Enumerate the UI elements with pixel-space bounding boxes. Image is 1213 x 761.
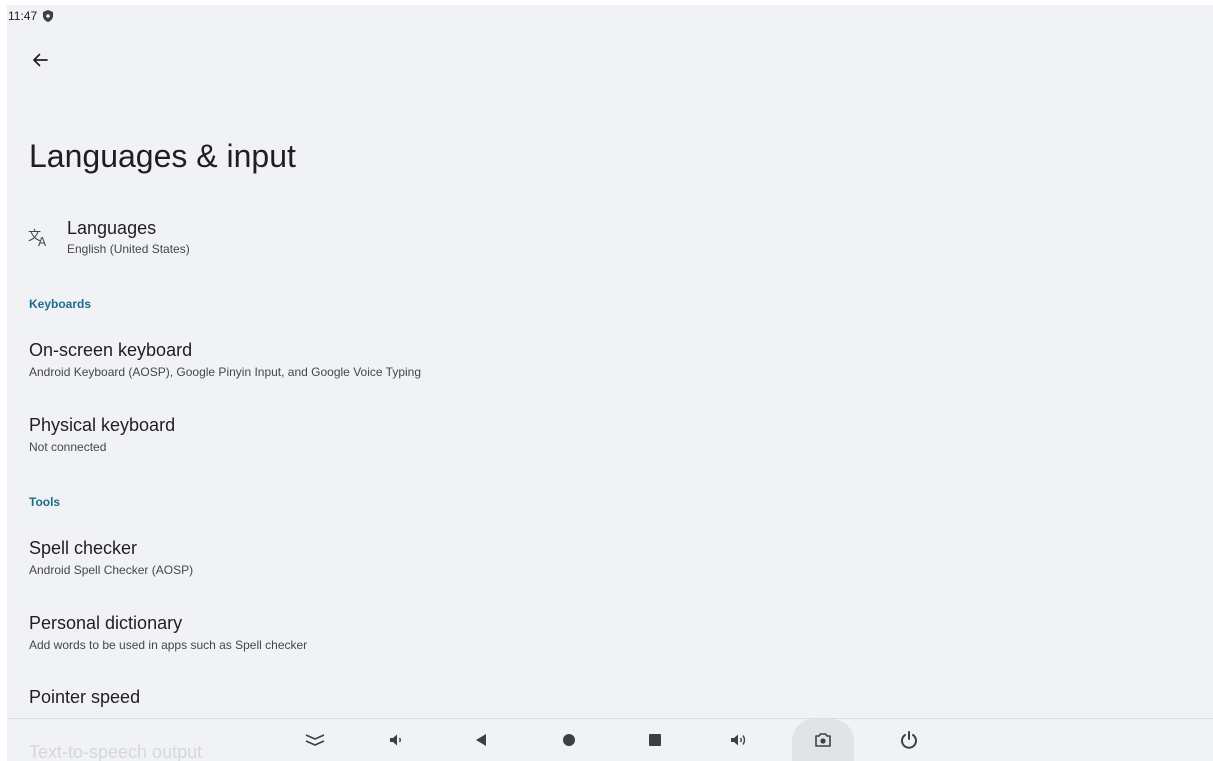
- volume-down-icon: [389, 733, 405, 747]
- text-to-speech-title[interactable]: Text-to-speech output: [29, 741, 202, 761]
- svg-text:A: A: [38, 235, 47, 249]
- back-nav-button[interactable]: [459, 719, 503, 761]
- personal-dictionary-title: Personal dictionary: [29, 613, 183, 633]
- on-screen-keyboard-preference[interactable]: On-screen keyboard Android Keyboard (AOS…: [7, 335, 1213, 385]
- back-triangle-icon: [475, 733, 487, 747]
- status-bar: 11:47: [7, 5, 54, 27]
- personal-dictionary-summary: Add words to be used in apps such as Spe…: [29, 638, 308, 652]
- pointer-speed-title: Pointer speed: [29, 687, 141, 707]
- back-button[interactable]: [27, 47, 53, 73]
- recents-square-icon: [648, 733, 662, 747]
- physical-keyboard-title: Physical keyboard: [29, 415, 176, 435]
- spell-checker-preference[interactable]: Spell checker Android Spell Checker (AOS…: [7, 533, 1213, 583]
- page-title: Languages & input: [29, 138, 296, 174]
- on-screen-keyboard-summary: Android Keyboard (AOSP), Google Pinyin I…: [29, 365, 422, 379]
- recents-button[interactable]: [633, 719, 677, 761]
- collapse-icon: [304, 733, 326, 747]
- physical-keyboard-preference[interactable]: Physical keyboard Not connected: [7, 410, 1213, 460]
- spell-checker-summary: Android Spell Checker (AOSP): [29, 563, 194, 577]
- screenshot-camera-icon: [814, 732, 832, 748]
- power-icon: [899, 730, 919, 750]
- collapse-button[interactable]: [293, 719, 337, 761]
- translate-icon: 文 A: [27, 225, 51, 249]
- languages-preference[interactable]: 文 A Languages English (United States): [7, 210, 1213, 270]
- category-keyboards: Keyboards: [29, 297, 92, 311]
- spell-checker-title: Spell checker: [29, 538, 138, 558]
- settings-screen: 11:47 Languages & input 文 A Languages En…: [7, 5, 1213, 761]
- volume-up-button[interactable]: [717, 719, 761, 761]
- on-screen-keyboard-title: On-screen keyboard: [29, 340, 193, 360]
- languages-summary: English (United States): [67, 242, 190, 256]
- home-button[interactable]: [547, 719, 591, 761]
- physical-keyboard-summary: Not connected: [29, 440, 107, 454]
- volume-down-button[interactable]: [375, 719, 419, 761]
- screenshot-button[interactable]: [792, 719, 854, 761]
- languages-title: Languages: [67, 218, 157, 238]
- home-circle-icon: [562, 733, 576, 747]
- personal-dictionary-preference[interactable]: Personal dictionary Add words to be used…: [7, 608, 1213, 658]
- status-time: 11:47: [8, 9, 38, 23]
- arrow-back-icon: [32, 52, 48, 68]
- power-button[interactable]: [887, 719, 931, 761]
- category-tools: Tools: [29, 495, 61, 509]
- shield-icon: [43, 10, 54, 22]
- volume-up-icon: [730, 733, 748, 747]
- pointer-speed-preference[interactable]: Pointer speed: [7, 682, 1213, 716]
